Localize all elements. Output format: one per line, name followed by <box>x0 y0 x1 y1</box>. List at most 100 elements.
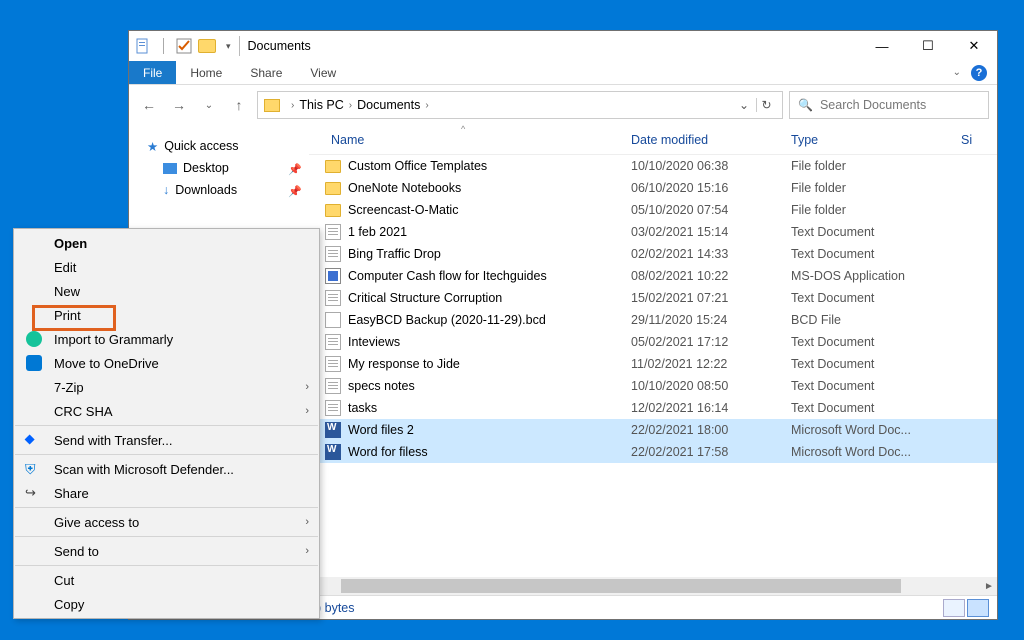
ctx-send-to[interactable]: Send to› <box>14 539 319 563</box>
sort-arrow-icon: ^ <box>461 125 465 134</box>
refresh-button[interactable]: ↻ <box>756 98 776 112</box>
checkbox-icon[interactable] <box>176 38 192 54</box>
star-icon: ★ <box>147 139 158 154</box>
file-date: 10/10/2020 08:50 <box>617 379 777 393</box>
breadcrumb-sep-icon[interactable]: › <box>291 100 294 111</box>
horizontal-scrollbar[interactable]: ◄ ► <box>309 577 997 595</box>
tree-desktop[interactable]: Desktop 📌 <box>147 157 309 179</box>
chevron-right-icon: › <box>305 381 309 393</box>
ctx-import-grammarly[interactable]: Import to Grammarly <box>14 327 319 351</box>
file-row[interactable]: specs notes10/10/2020 08:50Text Document <box>309 375 997 397</box>
file-type: Microsoft Word Doc... <box>777 423 947 437</box>
chevron-right-icon: › <box>305 516 309 528</box>
ctx-label: Import to Grammarly <box>54 332 173 347</box>
file-row[interactable]: My response to Jide11/02/2021 12:22Text … <box>309 353 997 375</box>
ctx-share[interactable]: ↪Share <box>14 481 319 505</box>
file-date: 22/02/2021 18:00 <box>617 423 777 437</box>
nav-back-button[interactable]: ← <box>137 93 161 117</box>
tab-share[interactable]: Share <box>236 61 296 84</box>
ctx-defender[interactable]: ⛨Scan with Microsoft Defender... <box>14 457 319 481</box>
pin-icon: 📌 <box>288 163 299 174</box>
text-icon <box>325 246 341 262</box>
file-date: 29/11/2020 15:24 <box>617 313 777 327</box>
tab-home[interactable]: Home <box>176 61 236 84</box>
properties-icon[interactable] <box>135 38 151 54</box>
text-icon <box>325 224 341 240</box>
col-type[interactable]: Type <box>777 133 947 147</box>
file-type: Text Document <box>777 225 947 239</box>
ctx-separator <box>15 565 318 566</box>
ctx-give-access[interactable]: Give access to › <box>14 510 319 534</box>
address-dropdown-icon[interactable]: ⌄ <box>734 98 754 112</box>
ctx-separator <box>15 536 318 537</box>
view-large-button[interactable] <box>967 599 989 617</box>
col-name[interactable]: Name <box>317 133 617 147</box>
ctx-move-onedrive[interactable]: Move to OneDrive <box>14 351 319 375</box>
text-icon <box>325 400 341 416</box>
ctx-cut[interactable]: Cut <box>14 568 319 592</box>
qat-dropdown-icon[interactable]: ▾ <box>226 41 231 52</box>
close-button[interactable]: ✕ <box>951 31 997 61</box>
file-type: Text Document <box>777 401 947 415</box>
breadcrumb-sep-icon[interactable]: › <box>425 100 428 111</box>
ctx-7zip[interactable]: 7-Zip› <box>14 375 319 399</box>
word-icon <box>325 422 341 438</box>
nav-forward-button[interactable]: → <box>167 93 191 117</box>
tree-label: Desktop <box>183 161 229 175</box>
file-row[interactable]: Word files 222/02/2021 18:00Microsoft Wo… <box>309 419 997 441</box>
col-size[interactable]: Si <box>947 133 997 147</box>
ribbon-tabs: File Home Share View ⌄ ? <box>129 61 997 85</box>
file-row[interactable]: EasyBCD Backup (2020-11-29).bcd29/11/202… <box>309 309 997 331</box>
search-input[interactable]: 🔍 Search Documents <box>789 91 989 119</box>
file-row[interactable]: Critical Structure Corruption15/02/2021 … <box>309 287 997 309</box>
scroll-thumb[interactable] <box>341 579 901 593</box>
ctx-label: Give access to <box>54 515 139 530</box>
tab-file[interactable]: File <box>129 61 176 84</box>
ctx-open[interactable]: Open <box>14 231 319 255</box>
file-row[interactable]: Inteviews05/02/2021 17:12Text Document <box>309 331 997 353</box>
nav-recent-dropdown[interactable]: ⌄ <box>197 93 221 117</box>
tab-view[interactable]: View <box>296 61 350 84</box>
ctx-copy[interactable]: Copy <box>14 592 319 616</box>
file-date: 03/02/2021 15:14 <box>617 225 777 239</box>
tree-label: Downloads <box>175 183 237 197</box>
file-type: BCD File <box>777 313 947 327</box>
onedrive-icon <box>26 355 42 371</box>
file-type: File folder <box>777 159 947 173</box>
file-row[interactable]: Computer Cash flow for Itechguides08/02/… <box>309 265 997 287</box>
file-date: 05/02/2021 17:12 <box>617 335 777 349</box>
maximize-button[interactable]: ☐ <box>905 31 951 61</box>
address-bar[interactable]: › This PC › Documents › ⌄ ↻ <box>257 91 783 119</box>
breadcrumb-folder[interactable]: Documents <box>357 98 420 112</box>
ctx-new[interactable]: New <box>14 279 319 303</box>
file-row[interactable]: 1 feb 202103/02/2021 15:14Text Document <box>309 221 997 243</box>
dropbox-icon: ⯁ <box>24 432 40 448</box>
ctx-print[interactable]: Print <box>14 303 319 327</box>
ribbon-expand-icon[interactable]: ⌄ <box>953 67 961 78</box>
tree-quick-access[interactable]: ★ Quick access <box>147 135 309 157</box>
help-icon[interactable]: ? <box>971 65 987 81</box>
minimize-button[interactable]: — <box>859 31 905 61</box>
file-row[interactable]: Screencast-O-Matic05/10/2020 07:54File f… <box>309 199 997 221</box>
folder-icon <box>325 182 341 195</box>
ctx-crc[interactable]: CRC SHA› <box>14 399 319 423</box>
file-row[interactable]: Custom Office Templates10/10/2020 06:38F… <box>309 155 997 177</box>
file-date: 11/02/2021 12:22 <box>617 357 777 371</box>
file-name: Computer Cash flow for Itechguides <box>348 269 547 283</box>
ctx-edit[interactable]: Edit <box>14 255 319 279</box>
nav-up-button[interactable]: ↑ <box>227 93 251 117</box>
col-date[interactable]: Date modified <box>617 133 777 147</box>
file-row[interactable]: OneNote Notebooks06/10/2020 15:16File fo… <box>309 177 997 199</box>
titlebar: ▾ Documents — ☐ ✕ <box>129 31 997 61</box>
view-details-button[interactable] <box>943 599 965 617</box>
file-row[interactable]: Bing Traffic Drop02/02/2021 14:33Text Do… <box>309 243 997 265</box>
file-row[interactable]: tasks12/02/2021 16:14Text Document <box>309 397 997 419</box>
file-row[interactable]: Word for filess22/02/2021 17:58Microsoft… <box>309 441 997 463</box>
scroll-right-icon[interactable]: ► <box>981 581 997 592</box>
breadcrumb-root[interactable]: This PC <box>299 98 343 112</box>
ctx-send-transfer[interactable]: ⯁Send with Transfer... <box>14 428 319 452</box>
tree-downloads[interactable]: ↓ Downloads 📌 <box>147 179 309 201</box>
breadcrumb-sep-icon[interactable]: › <box>349 100 352 111</box>
word-icon <box>325 444 341 460</box>
file-name: Screencast-O-Matic <box>348 203 458 217</box>
